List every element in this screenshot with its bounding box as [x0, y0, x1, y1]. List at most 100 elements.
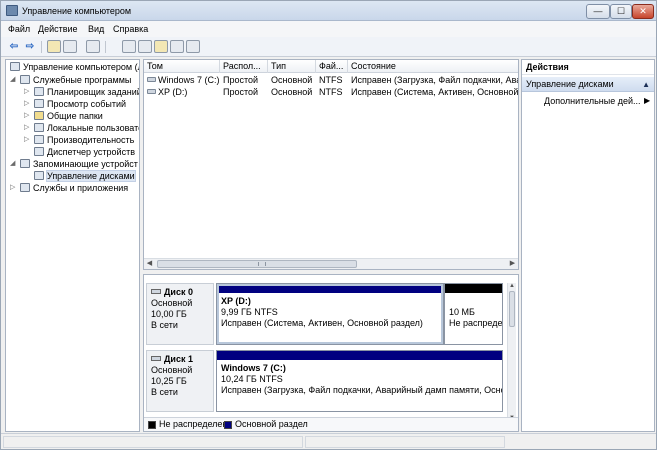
partition-bar: [217, 284, 443, 293]
expand-arrow-icon[interactable]: ▷: [24, 86, 32, 98]
scroll-left-arrow-icon[interactable]: ◀: [144, 259, 155, 269]
column-status[interactable]: Состояние: [348, 60, 518, 73]
collapse-arrow-icon[interactable]: ◢: [10, 74, 18, 86]
partition-name: XP (D:): [221, 296, 251, 306]
partition-status: Исправен (Система, Активен, Основной раз…: [221, 318, 423, 328]
disk-icon: [151, 289, 161, 294]
disk-state: В сети: [151, 320, 178, 330]
shared-folder-icon: [34, 111, 44, 120]
properties-icon[interactable]: [186, 40, 200, 53]
column-volume[interactable]: Том: [144, 60, 220, 73]
tree-system-tools[interactable]: ◢ Служебные программы: [10, 74, 131, 86]
partition-status: Не распреде: [449, 318, 503, 328]
partition-unallocated[interactable]: 10 МБ Не распреде: [444, 283, 503, 345]
scroll-thumb[interactable]: [509, 291, 515, 327]
scroll-grip: [258, 262, 266, 266]
event-viewer-icon: [34, 99, 44, 108]
tree-root[interactable]: Управление компьютером (л: [10, 61, 139, 73]
disk-size: 10,25 ГБ: [151, 376, 187, 386]
close-button[interactable]: ✕: [632, 4, 654, 19]
tree-performance[interactable]: ▷ Производительность: [24, 134, 134, 146]
services-icon: [20, 183, 30, 192]
tree-task-scheduler[interactable]: ▷ Планировщик заданий: [24, 86, 139, 98]
partition-bar: [445, 284, 502, 293]
volume-status: Исправен (Система, Активен, Основной раз…: [351, 87, 519, 97]
title-bar: Управление компьютером — ☐ ✕: [1, 1, 656, 21]
legend-label-unallocated: Не распределен: [159, 419, 228, 429]
expand-arrow-icon[interactable]: ▷: [10, 182, 18, 194]
open-folder-icon[interactable]: [154, 40, 168, 53]
actions-section-disk-management[interactable]: Управление дисками ▲: [522, 77, 654, 92]
status-segment: [305, 436, 505, 448]
scroll-up-arrow-icon[interactable]: ▲: [508, 283, 516, 289]
users-icon: [34, 123, 44, 132]
console-tree-icon[interactable]: [63, 40, 77, 53]
menu-bar: Файл Действие Вид Справка: [1, 21, 656, 37]
volume-icon: [147, 77, 156, 82]
menu-help[interactable]: Справка: [113, 24, 148, 34]
volume-type: Основной: [271, 75, 313, 85]
column-layout[interactable]: Распол...: [220, 60, 268, 73]
scroll-thumb[interactable]: [157, 260, 357, 268]
expand-arrow-icon[interactable]: ▷: [24, 134, 32, 146]
partition-name: Windows 7 (C:): [221, 363, 286, 373]
expand-arrow-icon[interactable]: ▷: [24, 122, 32, 134]
maximize-button[interactable]: ☐: [610, 4, 632, 19]
legend-swatch-primary: [224, 421, 232, 429]
menu-file[interactable]: Файл: [8, 24, 30, 34]
computer-management-icon: [6, 5, 18, 16]
tree-event-viewer[interactable]: ▷ Просмотр событий: [24, 98, 126, 110]
up-folder-icon[interactable]: [47, 40, 61, 53]
back-arrow-icon[interactable]: ⇦: [7, 40, 21, 53]
disk-kind: Основной: [151, 365, 193, 375]
tree-device-manager[interactable]: Диспетчер устройств: [34, 146, 135, 158]
volume-icon: [147, 89, 156, 94]
tree-storage[interactable]: ◢ Запоминающие устройст: [10, 158, 138, 170]
disk-1-label[interactable]: Диск 1 Основной 10,25 ГБ В сети: [146, 350, 214, 412]
table-row[interactable]: Windows 7 (C:) Простой Основной NTFS Исп…: [144, 74, 518, 86]
disk-management-icon: [34, 171, 44, 180]
connect-disk-icon[interactable]: [138, 40, 152, 53]
toolbar-separator: [41, 41, 42, 53]
window-title: Управление компьютером: [22, 6, 132, 16]
submenu-arrow-icon[interactable]: ▶: [644, 95, 650, 107]
more-actions-link[interactable]: Дополнительные дей...: [544, 95, 641, 107]
volume-name: Windows 7 (C:): [158, 75, 220, 85]
collapse-icon[interactable]: ▲: [642, 77, 650, 92]
disk-kind: Основной: [151, 298, 193, 308]
scroll-right-arrow-icon[interactable]: ▶: [507, 259, 518, 269]
tools-icon: [20, 75, 30, 84]
status-segment: [3, 436, 303, 448]
legend-swatch-unallocated: [148, 421, 156, 429]
minimize-button[interactable]: —: [586, 4, 610, 19]
expand-arrow-icon[interactable]: ▷: [24, 110, 32, 122]
clock-icon: [34, 87, 44, 96]
refresh-icon[interactable]: [122, 40, 136, 53]
search-disk-icon[interactable]: [170, 40, 184, 53]
menu-action[interactable]: Действие: [38, 24, 78, 34]
column-filesystem[interactable]: Фай...: [316, 60, 348, 73]
tree-services[interactable]: ▷ Службы и приложения: [10, 182, 128, 194]
menu-view[interactable]: Вид: [88, 24, 104, 34]
partition-xp[interactable]: XP (D:) 9,99 ГБ NTFS Исправен (Система, …: [216, 283, 444, 345]
list-view-icon[interactable]: [86, 40, 100, 53]
column-type[interactable]: Тип: [268, 60, 316, 73]
device-manager-icon: [34, 147, 44, 156]
disk-size: 10,00 ГБ: [151, 309, 187, 319]
horizontal-scrollbar[interactable]: ◀ ▶: [144, 258, 518, 269]
volume-list: Том Распол... Тип Фай... Состояние Windo…: [143, 59, 519, 270]
tree-local-users[interactable]: ▷ Локальные пользовате: [24, 122, 139, 134]
collapse-arrow-icon[interactable]: ◢: [10, 158, 18, 170]
actions-header: Действия: [522, 60, 654, 75]
tree-disk-management[interactable]: Управление дисками: [34, 170, 136, 182]
tree-shared-folders[interactable]: ▷ Общие папки: [24, 110, 103, 122]
disk-0-label[interactable]: Диск 0 Основной 10,00 ГБ В сети: [146, 283, 214, 345]
vertical-scrollbar[interactable]: ▲ ▼: [507, 283, 516, 421]
table-row[interactable]: XP (D:) Простой Основной NTFS Исправен (…: [144, 86, 519, 98]
partition-windows7[interactable]: Windows 7 (C:) 10,24 ГБ NTFS Исправен (З…: [216, 350, 503, 412]
expand-arrow-icon[interactable]: ▷: [24, 98, 32, 110]
disk-view: Диск 0 Основной 10,00 ГБ В сети XP (D:) …: [143, 274, 519, 432]
forward-arrow-icon[interactable]: ⇨: [23, 40, 37, 53]
toolbar: ⇦ ⇨: [1, 37, 656, 57]
disk-name: Диск 1: [164, 354, 193, 364]
